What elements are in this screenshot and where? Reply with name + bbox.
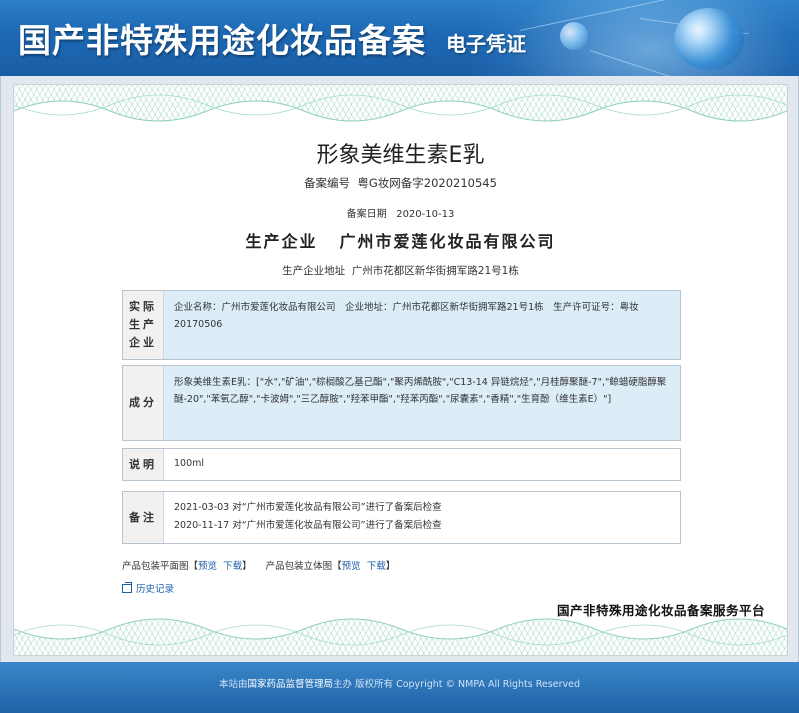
history-link-label[interactable]: 历史记录	[136, 584, 174, 595]
ingredients-label: 成分	[123, 366, 164, 440]
footer-suffix: 主办 版权所有 Copyright © NMPA All Rights Rese…	[333, 679, 580, 690]
actual-producer-label-line: 企业	[129, 336, 157, 349]
ingredients-content: 形象美维生素E乳：["水","矿油","棕榈酸乙基己酯","聚丙烯酰胺","C1…	[164, 366, 680, 440]
package-flat-preview-link[interactable]: 预览	[198, 561, 217, 572]
product-name: 形象美维生素E乳	[316, 143, 485, 168]
note-line: 2020-11-17 对“广州市爱莲化妆品有限公司”进行了备案后检查	[174, 520, 442, 531]
external-link-icon	[122, 582, 132, 593]
site-title: 国产非特殊用途化妆品备案	[18, 21, 426, 60]
actual-producer-section: 实际 生产 企业 企业名称：广州市爱莲化妆品有限公司 企业地址：广州市花都区新华…	[122, 290, 681, 360]
registration-number: 备案编号 粤G妆网备字2020210545	[14, 175, 787, 191]
manufacturer: 生产企业 广州市爱莲化妆品有限公司	[14, 228, 787, 252]
bracket: 】	[242, 561, 252, 572]
manufacturer-name: 广州市爱莲化妆品有限公司	[339, 232, 556, 251]
registration-date: 备案日期 2020-10-13	[14, 205, 787, 220]
manufacturer-label: 生产企业	[245, 232, 318, 251]
actual-producer-label: 实际 生产 企业	[123, 291, 164, 359]
package-3d-label: 产品包装立体图	[265, 561, 333, 572]
actual-producer-content: 企业名称：广州市爱莲化妆品有限公司 企业地址：广州市花都区新华街拥军路21号1栋…	[164, 291, 680, 359]
manufacturer-address-label: 生产企业地址	[282, 265, 346, 277]
description-section: 说明 100ml	[122, 448, 681, 481]
ingredients-section: 成分 形象美维生素E乳：["水","矿油","棕榈酸乙基己酯","聚丙烯酰胺",…	[122, 365, 681, 441]
actual-producer-label-line: 实际	[129, 300, 157, 313]
notes-label: 备注	[123, 492, 164, 543]
bracket: 】	[385, 561, 396, 572]
registration-number-value: 粤G妆网备字2020210545	[357, 176, 497, 190]
package-flat-label: 产品包装平面图	[122, 561, 189, 572]
registration-date-label: 备案日期	[346, 209, 387, 220]
package-3d-preview-link[interactable]: 预览	[342, 561, 361, 572]
bracket: 【	[188, 561, 199, 572]
certificate: 形象美维生素E乳 备案编号 粤G妆网备字2020210545 备案日期 2020…	[13, 84, 788, 656]
manufacturer-address: 生产企业地址 广州市花都区新华街拥军路21号1栋	[14, 263, 787, 278]
manufacturer-address-value: 广州市花都区新华街拥军路21号1栋	[351, 265, 519, 277]
description-content: 100ml	[174, 458, 205, 469]
footer-org: 国家药品监督管理局	[247, 679, 334, 690]
header-banner: 国产非特殊用途化妆品备案 电子凭证	[0, 0, 799, 76]
registration-date-value: 2020-10-13	[396, 209, 455, 220]
history-link[interactable]: 历史记录	[122, 581, 174, 595]
description-label: 说明	[123, 449, 164, 480]
notes-content: 2021-03-03 对“广州市爱莲化妆品有限公司”进行了备案后检查 2020-…	[164, 492, 680, 543]
guilloche-wave-top	[14, 94, 787, 131]
footer-prefix: 本站由	[219, 679, 248, 690]
footer: 本站由国家药品监督管理局主办 版权所有 Copyright © NMPA All…	[0, 662, 799, 713]
package-3d-download-link[interactable]: 下载	[367, 561, 386, 572]
notes-section: 备注 2021-03-03 对“广州市爱莲化妆品有限公司”进行了备案后检查 20…	[122, 491, 681, 544]
package-flat-download-link[interactable]: 下载	[223, 561, 242, 572]
banner-orb	[560, 22, 588, 50]
certificate-frame: 形象美维生素E乳 备案编号 粤G妆网备字2020210545 备案日期 2020…	[0, 76, 799, 662]
note-line: 2021-03-03 对“广州市爱莲化妆品有限公司”进行了备案后检查	[174, 502, 442, 513]
platform-name: 国产非特殊用途化妆品备案服务平台	[556, 603, 765, 618]
banner-orb	[674, 8, 744, 70]
package-image-links: 产品包装平面图【预览 下载】 产品包装立体图【预览 下载】	[122, 558, 395, 572]
registration-number-label: 备案编号	[304, 176, 351, 190]
actual-producer-label-line: 生产	[129, 318, 157, 331]
bracket: 【	[332, 561, 342, 572]
site-subtitle: 电子凭证	[446, 32, 526, 56]
